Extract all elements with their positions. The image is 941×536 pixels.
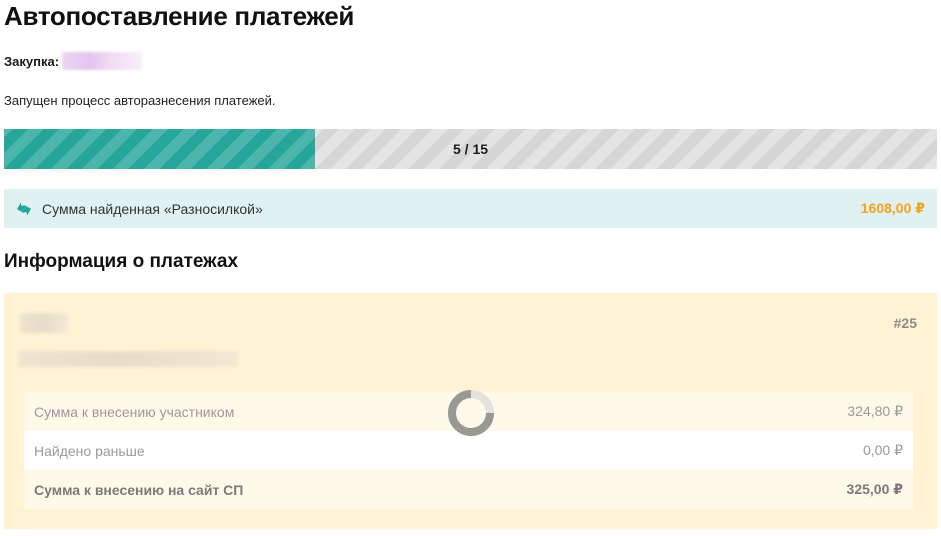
detail-label: Сумма к внесению участником [34, 403, 235, 420]
status-message: Запущен процесс авторазнесения платежей. [4, 93, 276, 108]
participant-name-redacted [20, 313, 68, 333]
participant-details-redacted [18, 351, 238, 367]
found-sum-amount: 1608,00 ₽ [860, 200, 925, 216]
detail-label: Сумма к внесению на сайт СП [34, 481, 244, 498]
progress-label: 5 / 15 [452, 141, 489, 157]
detail-value: 325,00 ₽ [846, 481, 903, 497]
detail-label: Найдено раньше [34, 442, 145, 459]
sync-arrows-icon [14, 199, 34, 219]
purchase-row: Закупка: [4, 52, 143, 70]
found-sum-bar: Сумма найденная «Разносилкой» 1608,00 ₽ [4, 189, 937, 228]
detail-row-site-sum: Сумма к внесению на сайт СП 325,00 ₽ [24, 470, 913, 509]
detail-value: 0,00 ₽ [862, 442, 903, 458]
found-sum-label: Сумма найденная «Разносилкой» [42, 200, 263, 217]
progress-bar: 5 / 15 [4, 129, 937, 169]
purchase-label: Закупка: [4, 53, 60, 69]
purchase-name-redacted [62, 52, 143, 70]
page: Автопоставление платежей Закупка: Запуще… [0, 0, 941, 536]
detail-value: 324,80 ₽ [847, 403, 903, 419]
page-title: Автопоставление платежей [4, 1, 355, 31]
loading-spinner-icon [448, 390, 494, 436]
payments-section-title: Информация о платежах [4, 251, 239, 272]
payment-number: #25 [893, 315, 917, 331]
